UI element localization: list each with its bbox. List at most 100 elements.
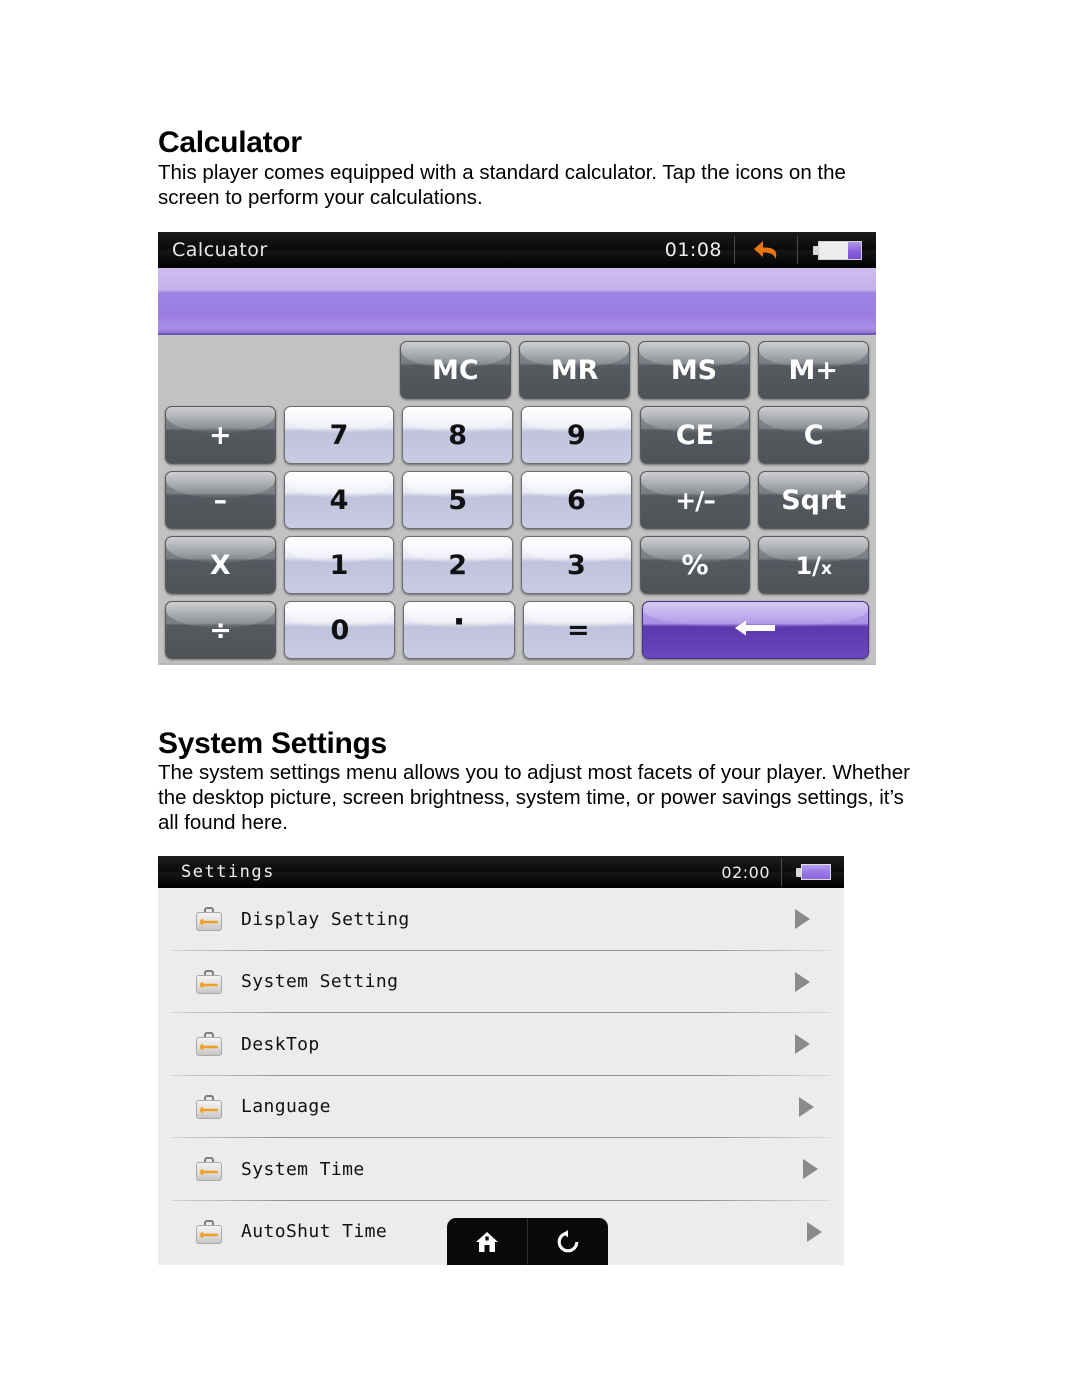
settings-list-item-desktop[interactable]: DeskTop <box>158 1013 844 1076</box>
key-label: +/– <box>675 485 716 515</box>
settings-list-item-language[interactable]: Language <box>158 1075 844 1138</box>
settings-list-item-system-time[interactable]: System Time <box>158 1138 844 1201</box>
settings-list-item-system-setting[interactable]: System Setting <box>158 950 844 1013</box>
key-reciprocal[interactable]: 1/x <box>758 536 870 594</box>
key-label: Sqrt <box>781 484 847 516</box>
toolbox-wrench-icon <box>196 907 222 932</box>
wrench-icon <box>200 918 218 926</box>
battery-icon <box>795 864 831 880</box>
key-1[interactable]: 1 <box>283 536 395 594</box>
calculator-status-area: 01:08 <box>665 232 876 268</box>
key-7[interactable]: 7 <box>283 406 395 464</box>
key-2[interactable]: 2 <box>402 536 514 594</box>
key-0[interactable]: 0 <box>284 601 396 659</box>
home-button[interactable] <box>447 1218 527 1265</box>
key-3[interactable]: 3 <box>521 536 632 594</box>
settings-item-label: System Time <box>241 1158 365 1180</box>
key-clear[interactable]: C <box>758 406 870 464</box>
key-6[interactable]: 6 <box>521 471 632 529</box>
key-multiply[interactable]: X <box>165 536 276 594</box>
key-divide[interactable]: ÷ <box>165 601 277 659</box>
battery-icon <box>812 240 862 260</box>
return-button[interactable] <box>528 1218 608 1265</box>
key-9[interactable]: 9 <box>521 406 632 464</box>
settings-item-label: DeskTop <box>241 1033 320 1055</box>
key-backspace[interactable] <box>641 601 869 659</box>
battery-body <box>800 864 831 880</box>
keypad-row: ÷ 0 · = <box>165 601 869 659</box>
calculator-titlebar: Calcuator 01:08 <box>158 232 876 268</box>
key-4[interactable]: 4 <box>283 471 395 529</box>
rotate-counterclockwise-icon <box>557 1229 579 1252</box>
calculator-display <box>158 268 876 335</box>
key-label: 4 <box>329 484 349 516</box>
key-label: 1/x <box>795 551 832 580</box>
settings-item-label: System Setting <box>241 971 399 993</box>
home-icon <box>476 1231 498 1252</box>
settings-app-title: Settings <box>181 862 275 882</box>
settings-status-area: 02:00 <box>721 856 844 888</box>
key-label: ÷ <box>209 614 232 646</box>
key-label: % <box>681 549 709 581</box>
key-label: CE <box>675 419 715 451</box>
key-decimal[interactable]: · <box>403 601 515 659</box>
chevron-right-icon <box>795 909 810 930</box>
settings-item-label: Display Setting <box>241 908 410 930</box>
keypad-row: +7 8 9 CE C <box>165 406 870 464</box>
key-label: 0 <box>330 614 350 646</box>
page-title-system-settings: System Settings <box>158 727 387 760</box>
chevron-right-icon <box>795 971 810 992</box>
key-empty-1 <box>165 341 274 399</box>
settings-titlebar: Settings 02:00 <box>158 856 844 888</box>
key-label: M+ <box>788 354 839 386</box>
key-memory-store[interactable]: MS <box>638 341 750 399</box>
key-label: 3 <box>566 549 586 581</box>
key-5[interactable]: 5 <box>402 471 514 529</box>
chevron-right-icon <box>795 1034 810 1055</box>
battery-indicator <box>798 240 876 260</box>
back-button[interactable] <box>735 238 797 262</box>
body-text-calculator: This player comes equipped with a standa… <box>158 161 846 209</box>
wrench-icon <box>200 1106 218 1114</box>
wrench-icon <box>200 1043 218 1051</box>
back-arrow-icon <box>754 241 777 259</box>
chevron-right-icon <box>807 1221 822 1242</box>
settings-list: Display Setting System Setting DeskTop Lang… <box>158 888 844 1263</box>
key-sign-toggle[interactable]: +/– <box>639 471 751 529</box>
key-plus[interactable]: + <box>165 406 276 464</box>
clock-label: 02:00 <box>721 862 770 882</box>
wrench-icon <box>200 1231 218 1239</box>
key-memory-recall[interactable]: MR <box>518 341 631 399</box>
toolbox-wrench-icon <box>196 1032 222 1057</box>
settings-item-label: Language <box>241 1096 331 1118</box>
key-empty-2 <box>282 341 391 399</box>
body-text-system-settings: The system settings menu allows you to a… <box>158 761 911 834</box>
keypad-row: MC MR MS M+ <box>165 341 869 399</box>
toolbox-wrench-icon <box>196 1219 222 1244</box>
settings-list-item-display-setting[interactable]: Display Setting <box>158 888 844 951</box>
key-label: 7 <box>329 419 349 451</box>
keypad-row: X 1 2 3% 1/x <box>165 536 870 594</box>
key-label: 9 <box>566 419 586 451</box>
battery-fill <box>847 241 861 259</box>
key-label: = <box>567 614 590 646</box>
key-equals[interactable]: = <box>522 601 634 659</box>
calculator-device-screenshot: Calcuator 01:08 MC MR MS M+ + 7 8 9 CE C… <box>158 232 876 665</box>
key-memory-add[interactable]: M+ <box>757 341 869 399</box>
key-percent[interactable]: % <box>639 536 751 594</box>
wrench-icon <box>200 981 218 989</box>
key-memory-clear[interactable]: MC <box>399 341 511 399</box>
key-8[interactable]: 8 <box>402 406 514 464</box>
key-label: 5 <box>448 484 468 516</box>
key-label: C <box>803 419 824 451</box>
page-title-calculator: Calculator <box>158 126 302 159</box>
key-square-root[interactable]: Sqrt <box>758 471 870 529</box>
key-clear-entry[interactable]: CE <box>639 406 751 464</box>
key-minus[interactable]: – <box>165 471 276 529</box>
settings-item-label: AutoShut Time <box>241 1221 388 1243</box>
calculator-keypad: MC MR MS M+ +7 8 9 CE C – 4 5 6 +/– Sqrt X 1 2 3% 1/x ÷ 0 · = <box>158 335 876 663</box>
clock-label: 01:08 <box>664 239 722 261</box>
toolbox-wrench-icon <box>196 1157 222 1182</box>
key-label: MC <box>431 354 479 386</box>
key-label: + <box>209 419 232 451</box>
